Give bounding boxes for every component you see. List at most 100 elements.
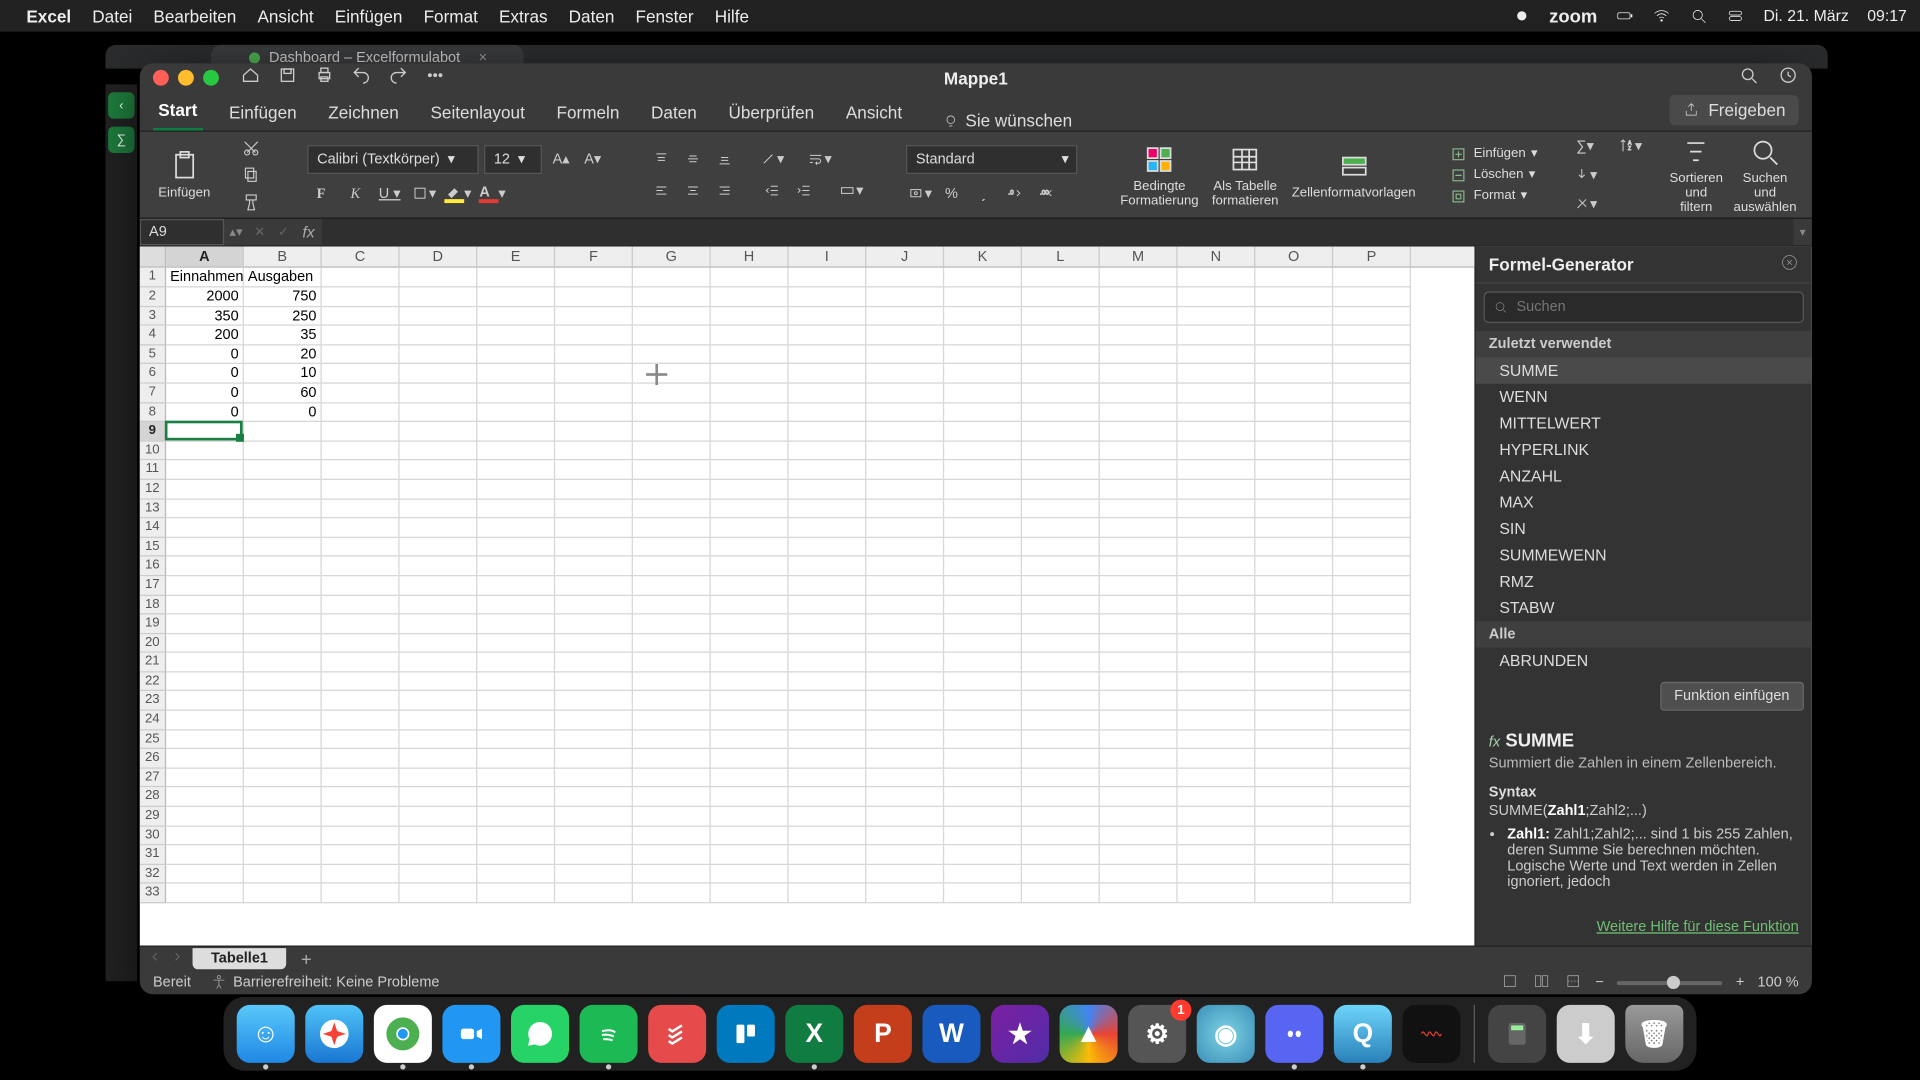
- formula-expand-icon[interactable]: ▾: [1793, 225, 1811, 240]
- tab-zeichnen[interactable]: Zeichnen: [323, 95, 404, 131]
- cell[interactable]: [1022, 538, 1100, 557]
- cell[interactable]: [400, 326, 478, 345]
- cell[interactable]: [1178, 634, 1256, 653]
- row-header[interactable]: 24: [140, 711, 166, 730]
- increase-indent-icon[interactable]: [791, 179, 817, 203]
- cell[interactable]: [166, 615, 244, 634]
- cell[interactable]: [633, 807, 711, 826]
- cell[interactable]: [711, 615, 789, 634]
- cell[interactable]: [322, 711, 400, 730]
- cell[interactable]: [1100, 865, 1178, 884]
- cell[interactable]: [477, 364, 555, 383]
- underline-button[interactable]: U ▾: [376, 182, 402, 206]
- cell[interactable]: [400, 595, 478, 614]
- cell[interactable]: [944, 576, 1022, 595]
- cell[interactable]: [944, 788, 1022, 807]
- cell[interactable]: [400, 307, 478, 326]
- cell[interactable]: [711, 480, 789, 499]
- menu-fenster[interactable]: Fenster: [636, 6, 694, 26]
- cell[interactable]: [633, 769, 711, 788]
- column-header[interactable]: J: [866, 247, 944, 267]
- cell[interactable]: [555, 634, 633, 653]
- align-center-icon[interactable]: [680, 179, 706, 203]
- cell[interactable]: [633, 576, 711, 595]
- cell[interactable]: [244, 730, 322, 749]
- cell[interactable]: [944, 769, 1022, 788]
- cell[interactable]: [1333, 711, 1411, 730]
- function-list-item[interactable]: MITTELWERT: [1476, 411, 1812, 437]
- menu-einfuegen[interactable]: Einfügen: [335, 6, 403, 26]
- cell[interactable]: [1333, 846, 1411, 865]
- cell[interactable]: [866, 576, 944, 595]
- cell[interactable]: [244, 422, 322, 441]
- cell[interactable]: [477, 480, 555, 499]
- function-help-link[interactable]: Weitere Hilfe für diese Funktion: [1597, 920, 1799, 936]
- cell[interactable]: [244, 807, 322, 826]
- column-header[interactable]: N: [1178, 247, 1256, 267]
- cell[interactable]: [711, 345, 789, 364]
- cell[interactable]: [477, 846, 555, 865]
- window-close-button[interactable]: [153, 70, 169, 86]
- cell[interactable]: [244, 865, 322, 884]
- cell[interactable]: [244, 480, 322, 499]
- column-header[interactable]: E: [477, 247, 555, 267]
- decrease-indent-icon[interactable]: [759, 179, 785, 203]
- cell[interactable]: [1255, 461, 1333, 480]
- align-left-icon[interactable]: [648, 179, 674, 203]
- cell[interactable]: [711, 518, 789, 537]
- window-minimize-button[interactable]: [178, 70, 194, 86]
- dock-spotify[interactable]: [580, 1005, 638, 1063]
- cell[interactable]: [322, 326, 400, 345]
- cell[interactable]: [400, 672, 478, 691]
- number-format-select[interactable]: Standard▾: [907, 145, 1078, 174]
- cell[interactable]: [1255, 788, 1333, 807]
- cell[interactable]: [1178, 595, 1256, 614]
- cell[interactable]: 0: [166, 345, 244, 364]
- align-middle-icon[interactable]: [680, 148, 706, 172]
- cell[interactable]: [1178, 807, 1256, 826]
- cell[interactable]: [633, 672, 711, 691]
- cell[interactable]: [1333, 441, 1411, 460]
- cell[interactable]: 750: [244, 287, 322, 306]
- tab-daten[interactable]: Daten: [646, 95, 702, 131]
- cell[interactable]: [1255, 307, 1333, 326]
- accept-formula-icon[interactable]: ✓: [272, 225, 296, 240]
- row-header[interactable]: 17: [140, 576, 166, 595]
- column-header[interactable]: G: [633, 247, 711, 267]
- cell[interactable]: [1255, 326, 1333, 345]
- cell[interactable]: [555, 307, 633, 326]
- cell[interactable]: [633, 749, 711, 768]
- cell[interactable]: [1100, 326, 1178, 345]
- spotlight-icon[interactable]: [1690, 6, 1708, 26]
- cell[interactable]: [1255, 480, 1333, 499]
- cell[interactable]: [944, 422, 1022, 441]
- dock-audio[interactable]: [1402, 1005, 1460, 1063]
- dock-imovie[interactable]: ★: [991, 1005, 1049, 1063]
- row-header[interactable]: 28: [140, 788, 166, 807]
- cell[interactable]: [1255, 692, 1333, 711]
- cell[interactable]: [244, 692, 322, 711]
- function-list-item[interactable]: MAX: [1476, 490, 1812, 516]
- autosum-icon[interactable]: ∑▾: [1572, 134, 1598, 158]
- cell[interactable]: [244, 538, 322, 557]
- cell[interactable]: [1100, 499, 1178, 518]
- cell[interactable]: [1333, 749, 1411, 768]
- menu-hilfe[interactable]: Hilfe: [715, 6, 749, 26]
- cell[interactable]: [400, 345, 478, 364]
- cell[interactable]: [166, 749, 244, 768]
- cell[interactable]: [477, 499, 555, 518]
- browser-back-icon[interactable]: ‹: [108, 92, 134, 118]
- cell[interactable]: [633, 287, 711, 306]
- cell[interactable]: [1022, 865, 1100, 884]
- cell[interactable]: [633, 307, 711, 326]
- cell[interactable]: [633, 384, 711, 403]
- cell[interactable]: [866, 480, 944, 499]
- cell[interactable]: [711, 653, 789, 672]
- cell[interactable]: [1333, 499, 1411, 518]
- dock-trello[interactable]: [717, 1005, 775, 1063]
- copy-icon[interactable]: [237, 164, 266, 186]
- cell[interactable]: [166, 538, 244, 557]
- cell[interactable]: [555, 287, 633, 306]
- cell[interactable]: [866, 749, 944, 768]
- cell[interactable]: [166, 576, 244, 595]
